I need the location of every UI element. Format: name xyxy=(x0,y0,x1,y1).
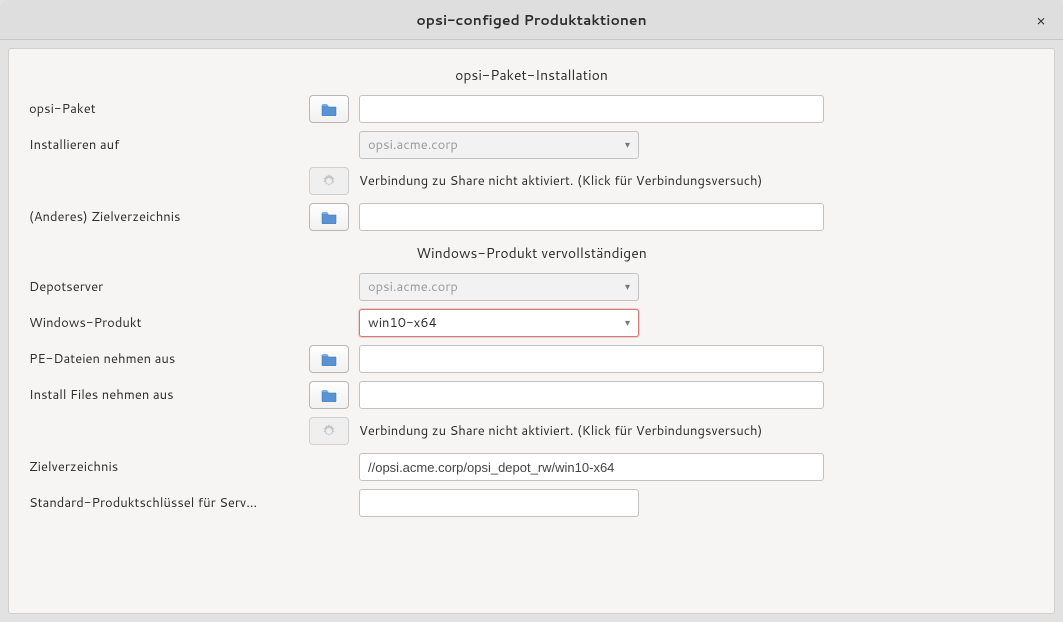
install-files-input[interactable] xyxy=(359,381,824,409)
install-on-select[interactable]: opsi.acme.corp ▾ xyxy=(359,131,639,159)
section2-form: Depotserver opsi.acme.corp ▾ Windows-Pro… xyxy=(29,273,1034,517)
opsi-paket-input[interactable] xyxy=(359,95,824,123)
install-on-label: Installieren auf xyxy=(29,136,289,154)
section2-action-button[interactable] xyxy=(309,417,349,445)
install-files-label: Install Files nehmen aus xyxy=(29,386,289,404)
folder-icon xyxy=(321,210,337,224)
section1-share-status[interactable]: Verbindung zu Share nicht aktiviert. (Kl… xyxy=(359,172,1034,190)
target-dir-input[interactable] xyxy=(359,453,824,481)
section1-title: opsi-Paket-Installation xyxy=(29,65,1034,85)
window: opsi-configed Produktaktionen × opsi-Pak… xyxy=(0,0,1063,622)
install-on-value: opsi.acme.corp xyxy=(368,136,458,154)
pe-files-label: PE-Dateien nehmen aus xyxy=(29,350,289,368)
alt-target-dir-browse-button[interactable] xyxy=(309,203,349,231)
section1-form: opsi-Paket Installieren auf opsi.acme.co… xyxy=(29,95,1034,231)
depot-select[interactable]: opsi.acme.corp ▾ xyxy=(359,273,639,301)
folder-icon xyxy=(321,352,337,366)
section2-share-status[interactable]: Verbindung zu Share nicht aktiviert. (Kl… xyxy=(359,422,1034,440)
opsi-paket-browse-button[interactable] xyxy=(309,95,349,123)
depot-label: Depotserver xyxy=(29,278,289,296)
alt-target-dir-input[interactable] xyxy=(359,203,824,231)
chevron-down-icon: ▾ xyxy=(625,138,630,152)
gear-icon xyxy=(321,173,337,189)
pe-files-browse-button[interactable] xyxy=(309,345,349,373)
win-product-select[interactable]: win10-x64 ▾ xyxy=(359,309,639,337)
win-product-label: Windows-Produkt xyxy=(29,314,289,332)
alt-target-dir-label: (Anderes) Zielverzeichnis xyxy=(29,208,289,226)
chevron-down-icon: ▾ xyxy=(625,280,630,294)
install-files-browse-button[interactable] xyxy=(309,381,349,409)
folder-icon xyxy=(321,388,337,402)
window-title: opsi-configed Produktaktionen xyxy=(416,10,646,30)
titlebar: opsi-configed Produktaktionen × xyxy=(0,0,1063,40)
opsi-paket-label: opsi-Paket xyxy=(29,100,289,118)
pe-files-input[interactable] xyxy=(359,345,824,373)
product-key-input[interactable] xyxy=(359,489,639,517)
depot-value: opsi.acme.corp xyxy=(368,278,458,296)
win-product-value: win10-x64 xyxy=(368,314,437,332)
close-icon: × xyxy=(1036,10,1046,31)
folder-icon xyxy=(321,102,337,116)
product-key-label: Standard-Produktschlüssel für Serv... xyxy=(29,494,289,512)
section1-action-button[interactable] xyxy=(309,167,349,195)
target-dir-label: Zielverzeichnis xyxy=(29,458,289,476)
section2-title: Windows-Produkt vervollständigen xyxy=(29,243,1034,263)
chevron-down-icon: ▾ xyxy=(625,316,630,330)
content-area: opsi-Paket-Installation opsi-Paket Insta… xyxy=(8,48,1055,614)
gear-icon xyxy=(321,423,337,439)
close-button[interactable]: × xyxy=(1029,8,1053,32)
